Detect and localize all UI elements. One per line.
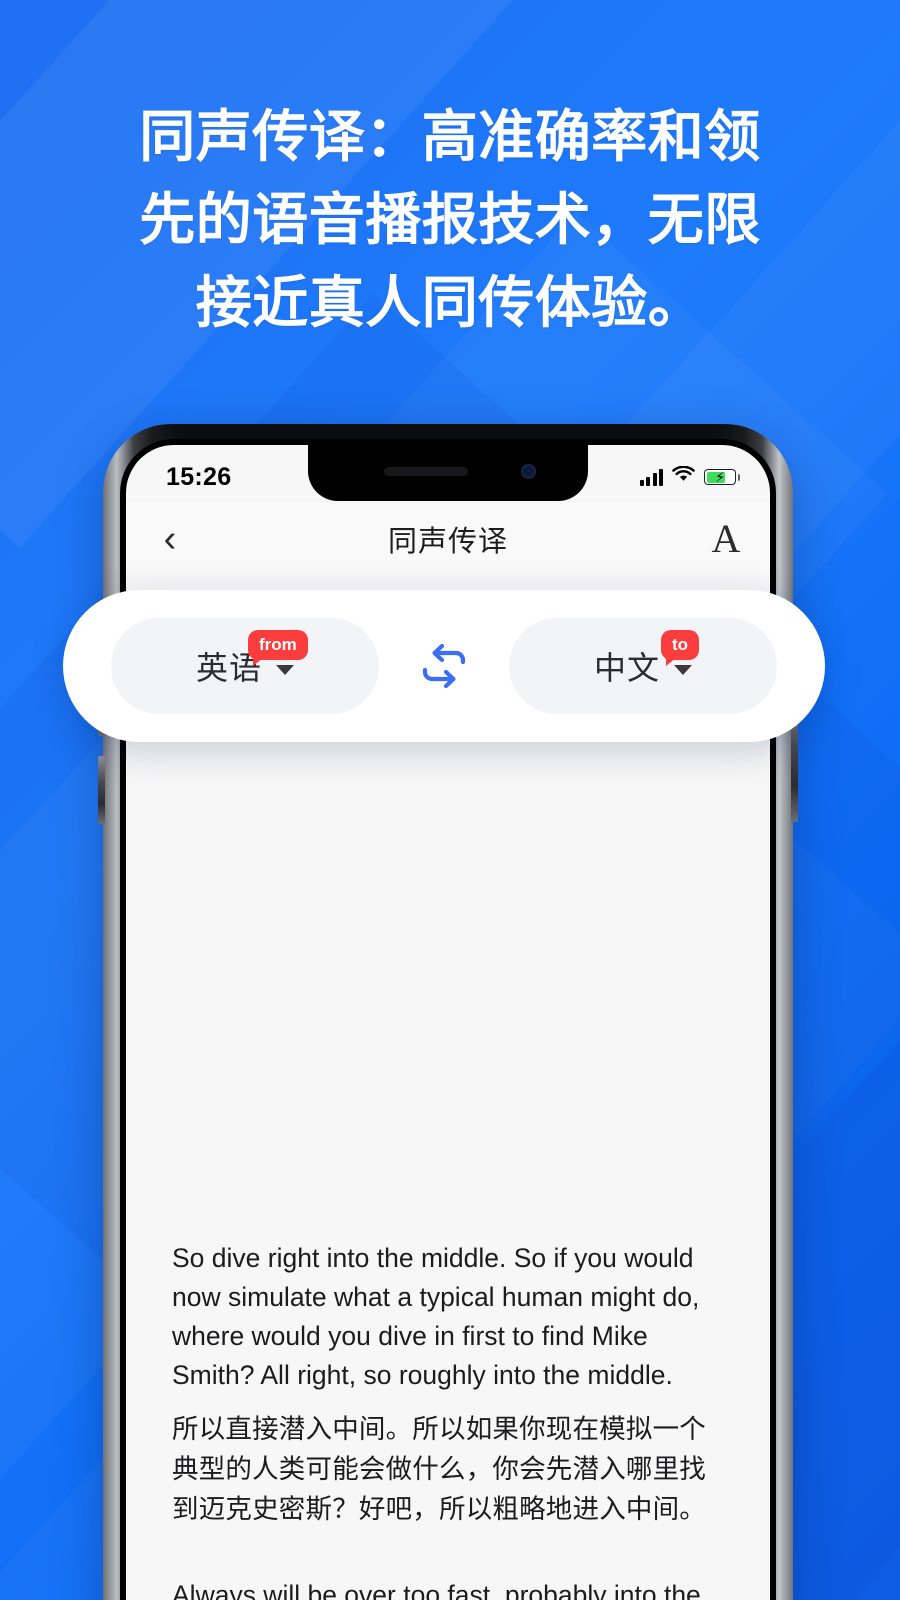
battery-charging-icon: ⚡ (704, 469, 740, 485)
target-language-button[interactable]: 中文 to (509, 618, 777, 714)
swap-languages-button[interactable] (408, 643, 480, 689)
earpiece-speaker (384, 467, 468, 476)
segment-translated-text: 所以直接潜入中间。所以如果你现在模拟一个典型的人类可能会做什么，你会先潜入哪里找… (172, 1413, 706, 1525)
front-camera-icon (521, 464, 536, 479)
charging-bolt-icon: ⚡ (715, 469, 725, 485)
promo-screenshot: 同声传译：高准确率和领 先的语音播报技术，无限 接近真人同传体验。 15:26 (0, 0, 900, 1600)
source-language-button[interactable]: 英语 from (111, 618, 379, 714)
target-language-label: 中文 (593, 650, 660, 686)
phone-notch (308, 445, 588, 501)
volume-down-button[interactable] (98, 756, 105, 824)
transcript-segment: So dive right into the middle. So if you… (172, 1239, 724, 1530)
font-size-icon[interactable]: A (682, 519, 770, 559)
segment-source-text: So dive right into the middle. So if you… (172, 1243, 700, 1390)
transcript-area[interactable]: So dive right into the middle. So if you… (126, 1197, 770, 1600)
back-button[interactable]: ‹ (126, 520, 214, 558)
transcript-segment: Always will be over too fast, probably i… (172, 1576, 724, 1600)
wifi-icon (672, 465, 695, 488)
status-icons: ⚡ (639, 465, 740, 488)
page-title: 同声传译 (387, 526, 508, 558)
from-badge: from (248, 630, 308, 666)
chevron-down-icon (276, 665, 294, 675)
app-nav-bar: ‹ 同声传译 A (126, 503, 770, 575)
segment-source-text: Always will be over too fast, probably i… (172, 1579, 701, 1600)
cellular-signal-icon (639, 468, 663, 486)
chevron-down-icon (674, 665, 692, 675)
status-time: 15:26 (166, 462, 232, 491)
language-selector-card: 英语 from 中文 to (63, 590, 825, 742)
to-badge: to (661, 630, 700, 666)
promo-headline: 同声传译：高准确率和领 先的语音播报技术，无限 接近真人同传体验。 (139, 105, 761, 334)
